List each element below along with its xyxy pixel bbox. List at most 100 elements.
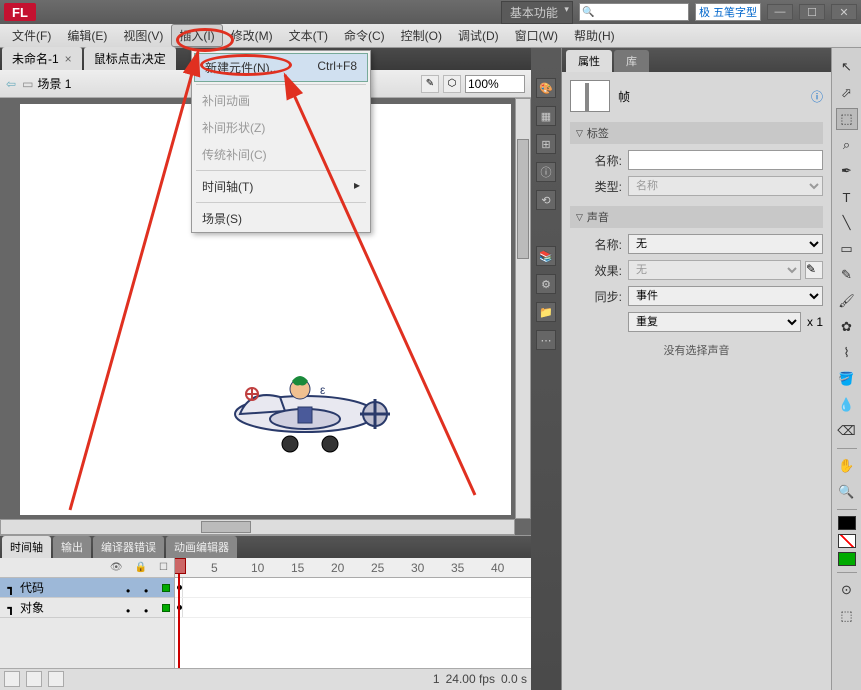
menubar: 文件(F) 编辑(E) 视图(V) 插入(I) 修改(M) 文本(T) 命令(C… bbox=[0, 24, 861, 48]
brush-tool[interactable]: 🖌 bbox=[836, 290, 858, 312]
menu-insert[interactable]: 插入(I) bbox=[171, 24, 222, 47]
close-tab-icon[interactable]: × bbox=[65, 52, 72, 66]
workspace-dropdown[interactable]: 基本功能 bbox=[501, 1, 573, 24]
subselection-tool[interactable]: ⬀ bbox=[836, 82, 858, 104]
menu-scene[interactable]: 场景(S) bbox=[192, 205, 370, 232]
layer-header: 👁 🔒 ☐ bbox=[0, 558, 174, 578]
menu-edit[interactable]: 编辑(E) bbox=[59, 24, 115, 47]
eraser-tool[interactable]: ⌫ bbox=[836, 420, 858, 442]
frame-ruler[interactable]: 1510152025303540 bbox=[175, 558, 531, 578]
back-icon[interactable]: ⇦ bbox=[6, 77, 16, 91]
doc-tab-2[interactable]: 鼠标点击决定 bbox=[84, 47, 176, 70]
zoom-tool[interactable]: 🔍 bbox=[836, 481, 858, 503]
rectangle-tool[interactable]: ▭ bbox=[836, 238, 858, 260]
new-layer-button[interactable] bbox=[4, 671, 20, 687]
eyedropper-tool[interactable]: 💧 bbox=[836, 394, 858, 416]
align-icon[interactable]: ⊞ bbox=[536, 134, 556, 154]
sound-repeat-select[interactable]: 重复 bbox=[628, 312, 801, 332]
edit-symbol-icon[interactable]: ⬡ bbox=[443, 75, 461, 93]
menu-cmd[interactable]: 命令(C) bbox=[336, 24, 393, 47]
paint-bucket-tool[interactable]: 🪣 bbox=[836, 368, 858, 390]
minimize-button[interactable]: — bbox=[767, 4, 793, 20]
label-type-select: 名称 bbox=[628, 176, 823, 196]
stroke-color[interactable] bbox=[838, 516, 856, 530]
outline-icon[interactable]: ☐ bbox=[159, 562, 168, 573]
frames-area[interactable]: 1510152025303540 bbox=[175, 558, 531, 668]
close-button[interactable]: ✕ bbox=[831, 4, 857, 20]
menu-modify[interactable]: 修改(M) bbox=[223, 24, 281, 47]
layer-row[interactable]: ┓ 对象 •• bbox=[0, 598, 174, 618]
app-logo: FL bbox=[4, 3, 36, 21]
menu-window[interactable]: 窗口(W) bbox=[507, 24, 566, 47]
airplane-graphic[interactable]: ε bbox=[210, 359, 400, 459]
bone-tool[interactable]: ⌇ bbox=[836, 342, 858, 364]
edit-effect-button[interactable]: ✎ bbox=[805, 261, 823, 279]
search-input[interactable] bbox=[579, 3, 689, 21]
color-panel-icon[interactable]: 🎨 bbox=[536, 78, 556, 98]
panel-icon-strip: 🎨 ▦ ⊞ ⓘ ⟲ 📚 ⚙ 📁 ⋯ bbox=[531, 48, 561, 690]
tab-motion-editor[interactable]: 动画编辑器 bbox=[166, 536, 237, 558]
library-icon[interactable]: 📚 bbox=[536, 246, 556, 266]
tab-timeline[interactable]: 时间轴 bbox=[2, 536, 51, 558]
option-tool[interactable]: ⬚ bbox=[836, 605, 858, 627]
label-name-input[interactable] bbox=[628, 150, 823, 170]
zoom-input[interactable] bbox=[465, 75, 525, 93]
lock-icon[interactable]: 🔒 bbox=[135, 562, 147, 573]
sound-sync-select[interactable]: 事件 bbox=[628, 286, 823, 306]
sound-name-select[interactable]: 无 bbox=[628, 234, 823, 254]
ime-indicator[interactable]: 极 五笔字型 bbox=[695, 3, 761, 21]
pencil-tool[interactable]: ✎ bbox=[836, 264, 858, 286]
component-icon[interactable]: ⚙ bbox=[536, 274, 556, 294]
transform-icon[interactable]: ⟲ bbox=[536, 190, 556, 210]
layer-name[interactable]: 对象 bbox=[18, 599, 126, 616]
menu-help[interactable]: 帮助(H) bbox=[566, 24, 623, 47]
layer-name[interactable]: 代码 bbox=[18, 579, 126, 596]
playhead[interactable] bbox=[178, 558, 180, 668]
menu-debug[interactable]: 调试(D) bbox=[450, 24, 507, 47]
text-tool[interactable]: T bbox=[836, 186, 858, 208]
section-label[interactable]: 标签 bbox=[570, 122, 823, 144]
menu-file[interactable]: 文件(F) bbox=[4, 24, 59, 47]
line-tool[interactable]: ╲ bbox=[836, 212, 858, 234]
menu-new-symbol[interactable]: 新建元件(N)...Ctrl+F8 bbox=[194, 53, 368, 82]
section-sound[interactable]: 声音 bbox=[570, 206, 823, 228]
free-transform-tool[interactable]: ⬚ bbox=[836, 108, 858, 130]
swap-color[interactable] bbox=[838, 552, 856, 566]
tab-library[interactable]: 库 bbox=[614, 50, 649, 72]
menu-view[interactable]: 视图(V) bbox=[115, 24, 171, 47]
selection-tool[interactable]: ↖ bbox=[836, 56, 858, 78]
delete-layer-button[interactable] bbox=[48, 671, 64, 687]
menu-control[interactable]: 控制(O) bbox=[393, 24, 450, 47]
doc-tab-1[interactable]: 未命名-1× bbox=[2, 47, 82, 70]
tab-output[interactable]: 输出 bbox=[53, 536, 91, 558]
snap-tool[interactable]: ⊙ bbox=[836, 579, 858, 601]
help-icon[interactable]: ⓘ bbox=[811, 88, 823, 105]
timeline-panel: 时间轴 输出 编译器错误 动画编辑器 👁 🔒 ☐ ┓ 代码 bbox=[0, 535, 531, 690]
frame-row[interactable] bbox=[175, 578, 531, 598]
new-folder-button[interactable] bbox=[26, 671, 42, 687]
frame-row[interactable] bbox=[175, 598, 531, 618]
svg-text:ε: ε bbox=[320, 383, 326, 397]
swatches-icon[interactable]: ▦ bbox=[536, 106, 556, 126]
menu-text[interactable]: 文本(T) bbox=[281, 24, 336, 47]
properties-panel: 属性 库 帧 ⓘ 标签 名称: 类型:名称 声音 名称:无 效果:无✎ bbox=[561, 48, 831, 690]
layer-row[interactable]: ┓ 代码 •• bbox=[0, 578, 174, 598]
layer-list: 👁 🔒 ☐ ┓ 代码 •• ┓ 对象 •• bbox=[0, 558, 175, 668]
maximize-button[interactable]: ☐ bbox=[799, 4, 825, 20]
edit-scene-icon[interactable]: ✎ bbox=[421, 75, 439, 93]
tab-compiler[interactable]: 编译器错误 bbox=[93, 536, 164, 558]
tab-properties[interactable]: 属性 bbox=[566, 50, 612, 72]
info-icon[interactable]: ⓘ bbox=[536, 162, 556, 182]
more-icon[interactable]: ⋯ bbox=[536, 330, 556, 350]
project-icon[interactable]: 📁 bbox=[536, 302, 556, 322]
eye-icon[interactable]: 👁 bbox=[110, 562, 123, 573]
h-scrollbar[interactable] bbox=[0, 519, 515, 535]
hand-tool[interactable]: ✋ bbox=[836, 455, 858, 477]
deco-tool[interactable]: ✿ bbox=[836, 316, 858, 338]
fill-color[interactable] bbox=[838, 534, 856, 548]
pen-tool[interactable]: ✒ bbox=[836, 160, 858, 182]
v-scrollbar[interactable] bbox=[515, 98, 531, 519]
lasso-tool[interactable]: ⌕ bbox=[836, 134, 858, 156]
menu-timeline[interactable]: 时间轴(T)▸ bbox=[192, 173, 370, 200]
fps-display: 24.00 fps bbox=[446, 672, 495, 686]
